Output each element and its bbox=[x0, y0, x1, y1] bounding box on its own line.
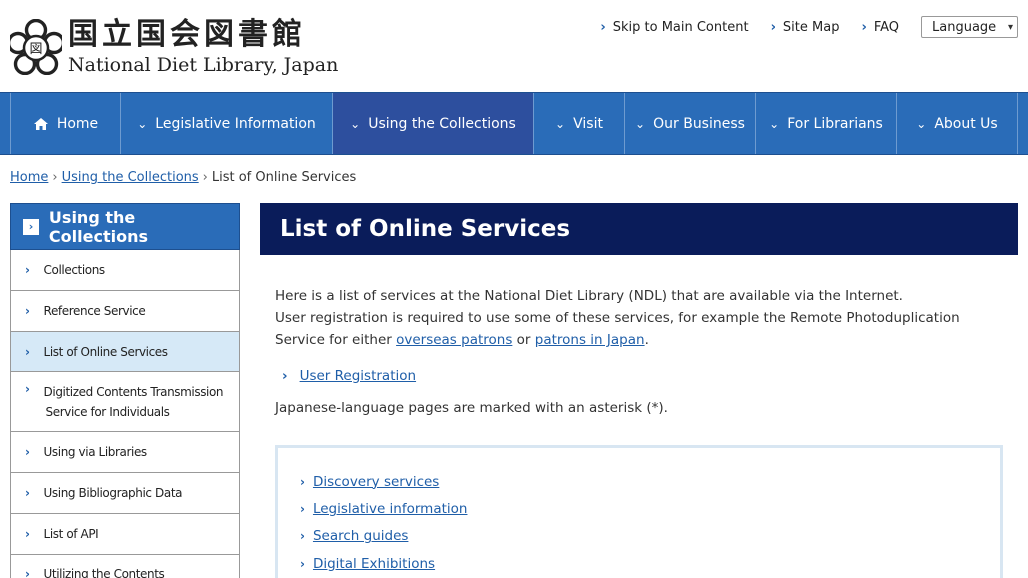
toc-legislative-information-link[interactable]: Legislative information bbox=[313, 501, 468, 517]
user-registration-link[interactable]: User Registration bbox=[300, 368, 416, 384]
language-select[interactable]: Language ▾ bbox=[921, 16, 1018, 38]
intro-text: Here is a list of services at the Nation… bbox=[275, 288, 960, 348]
sidebar-item-using-via-libraries[interactable]: › Using via Libraries bbox=[10, 432, 240, 473]
nav-about-us[interactable]: ⌄ About Us bbox=[897, 93, 1018, 154]
chevron-right-icon: › bbox=[300, 556, 305, 571]
site-header: 図 国立国会図書館 National Diet Library, Japan ›… bbox=[0, 0, 1028, 92]
site-map-link[interactable]: › Site Map bbox=[771, 20, 840, 35]
utility-links: › Skip to Main Content › Site Map › FAQ Lan… bbox=[600, 16, 1018, 38]
chevron-down-icon: ▾ bbox=[1007, 21, 1013, 33]
chevron-right-icon: › bbox=[25, 445, 30, 459]
sidebar-item-collections[interactable]: › Collections bbox=[10, 250, 240, 291]
asterisk-note: Japanese-language pages are marked with … bbox=[275, 400, 668, 416]
svg-text:図: 図 bbox=[29, 42, 42, 57]
chevron-right-icon: › bbox=[25, 304, 30, 318]
chevron-right-icon: › bbox=[52, 170, 58, 185]
global-nav: Home ⌄ Legislative Information ⌄ Using t… bbox=[0, 92, 1028, 155]
sidebar-heading[interactable]: › Using the Collections bbox=[10, 203, 240, 250]
page-title: List of Online Services bbox=[260, 203, 1018, 255]
patrons-in-japan-link[interactable]: patrons in Japan bbox=[535, 332, 645, 348]
list-item: › Discovery services bbox=[300, 468, 1000, 495]
breadcrumb-parent-link[interactable]: Using the Collections bbox=[62, 170, 199, 185]
toc-discovery-services-link[interactable]: Discovery services bbox=[313, 474, 439, 490]
chevron-right-icon: › bbox=[202, 170, 208, 185]
toc-digital-exhibitions-link[interactable]: Digital Exhibitions bbox=[313, 556, 435, 572]
chevron-right-icon: › bbox=[25, 486, 30, 500]
sidebar-item-list-of-api[interactable]: › List of API bbox=[10, 514, 240, 555]
skip-to-main-link[interactable]: › Skip to Main Content bbox=[600, 20, 748, 35]
nav-visit[interactable]: ⌄ Visit bbox=[534, 93, 625, 154]
breadcrumb-current: List of Online Services bbox=[211, 170, 357, 185]
chevron-right-icon: › bbox=[300, 529, 305, 544]
chevron-down-icon: ⌄ bbox=[137, 116, 148, 131]
chevron-right-icon: › bbox=[300, 501, 305, 516]
chrysanthemum-emblem-icon: 図 bbox=[10, 19, 62, 75]
chevron-down-icon: ⌄ bbox=[769, 116, 780, 131]
chevron-right-icon: › bbox=[25, 263, 30, 277]
ndl-logo[interactable]: 図 国立国会図書館 National Diet Library, Japan bbox=[10, 18, 338, 76]
chevron-down-icon: ⌄ bbox=[916, 116, 927, 131]
chevron-right-icon: › bbox=[25, 527, 30, 541]
breadcrumb: Home › Using the Collections › List of O… bbox=[10, 170, 356, 185]
main-content: List of Online Services Here is a list o… bbox=[260, 203, 1018, 578]
nav-our-business[interactable]: ⌄ Our Business bbox=[625, 93, 756, 154]
chevron-right-icon: › bbox=[282, 368, 288, 384]
home-icon bbox=[33, 117, 48, 130]
sidebar: › Using the Collections › Collections › … bbox=[10, 203, 240, 578]
chevron-right-icon: › bbox=[600, 19, 606, 35]
arrow-right-box-icon: › bbox=[23, 218, 39, 235]
sidebar-item-list-of-online-services[interactable]: › List of Online Services bbox=[10, 332, 240, 372]
nav-home[interactable]: Home bbox=[10, 93, 121, 154]
nav-legislative-information[interactable]: ⌄ Legislative Information bbox=[121, 93, 333, 154]
sidebar-item-using-bibliographic-data[interactable]: › Using Bibliographic Data bbox=[10, 473, 240, 514]
nav-for-librarians[interactable]: ⌄ For Librarians bbox=[756, 93, 897, 154]
user-registration-row: › User Registration bbox=[260, 368, 1018, 384]
chevron-down-icon: ⌄ bbox=[555, 116, 566, 131]
sidebar-item-utilizing-the-contents[interactable]: › Utilizing the Contents bbox=[10, 555, 240, 578]
chevron-right-icon: › bbox=[770, 19, 776, 35]
chevron-right-icon: › bbox=[25, 382, 30, 396]
chevron-down-icon: ⌄ bbox=[350, 116, 361, 131]
breadcrumb-home-link[interactable]: Home bbox=[10, 170, 48, 185]
overseas-patrons-link[interactable]: overseas patrons bbox=[396, 332, 512, 348]
chevron-right-icon: › bbox=[300, 474, 305, 489]
chevron-right-icon: › bbox=[25, 567, 30, 578]
logo-english-name: National Diet Library, Japan bbox=[68, 54, 339, 76]
logo-japanese-name: 国立国会図書館 bbox=[68, 17, 306, 52]
nav-using-the-collections[interactable]: ⌄ Using the Collections bbox=[333, 93, 534, 154]
toc-search-guides-link[interactable]: Search guides bbox=[313, 528, 408, 544]
chevron-right-icon: › bbox=[861, 19, 867, 35]
sidebar-item-reference-service[interactable]: › Reference Service bbox=[10, 291, 240, 332]
chevron-down-icon: ⌄ bbox=[635, 116, 646, 131]
faq-link[interactable]: › FAQ bbox=[861, 20, 899, 35]
chevron-right-icon: › bbox=[25, 344, 30, 359]
list-item: › Search guides bbox=[300, 523, 1000, 550]
table-of-contents: › Discovery services › Legislative infor… bbox=[275, 445, 1003, 578]
list-item: › Legislative information bbox=[300, 495, 1000, 522]
sidebar-item-digitized-contents[interactable]: › Digitized Contents Transmission Servic… bbox=[10, 372, 240, 432]
list-item: › Digital Exhibitions bbox=[300, 550, 1000, 577]
